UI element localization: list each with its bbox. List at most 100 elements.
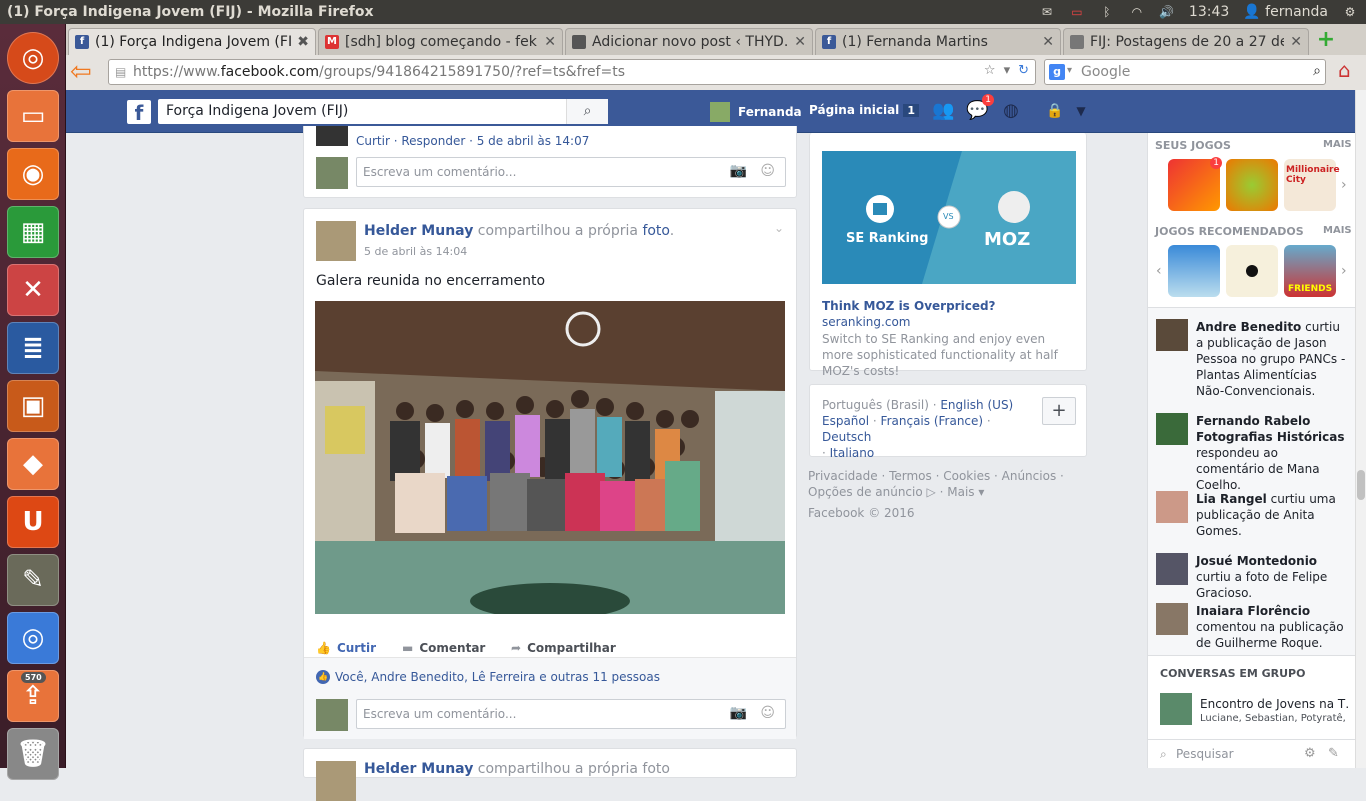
new-tab-button[interactable]: + [1315, 29, 1337, 52]
tab-forca-indigena[interactable]: f (1) Força Indigena Jovem (FIJ) ✖ [68, 28, 316, 55]
home-link[interactable]: Página inicial 1 [809, 103, 919, 117]
ubuntu-dash-icon[interactable]: ◎ [7, 32, 59, 84]
post-menu-chevron-icon[interactable]: ⌄ [774, 221, 784, 235]
ad-title[interactable]: Think MOZ is Overpriced? [822, 299, 996, 313]
close-tab-icon[interactable]: ✕ [794, 34, 806, 50]
footer-links[interactable]: Privacidade · Termos · Cookies · Anúncio… [808, 469, 1064, 483]
user-menu[interactable]: 👤 fernanda [1243, 4, 1328, 20]
friend-requests-icon[interactable]: 👥 [932, 100, 954, 122]
writer-icon[interactable]: ≣ [7, 322, 59, 374]
lang-italiano[interactable]: Italiano [830, 446, 875, 460]
ad-domain[interactable]: seranking.com [822, 315, 910, 329]
settings-icon[interactable]: ✕ [7, 264, 59, 316]
share-button[interactable]: ➦ Compartilhar [511, 641, 616, 655]
gear-icon[interactable]: ⚙ [1342, 5, 1358, 19]
clock[interactable]: 13:43 [1189, 4, 1229, 20]
chromium-icon[interactable]: ◎ [7, 612, 59, 664]
dropdown-arrow-icon[interactable]: ▾ [1004, 63, 1011, 78]
new-message-icon[interactable]: ✎ [1328, 746, 1339, 761]
game-millionaire-city[interactable]: Millionaire City [1284, 159, 1340, 211]
ubuntu-one-icon[interactable]: U [7, 496, 59, 548]
emoji-icon[interactable]: ☺ [760, 163, 775, 179]
group-chat-title[interactable]: Encontro de Jovens na T… [1200, 697, 1350, 711]
ad-image[interactable]: SE Ranking VS MOZ [822, 151, 1076, 284]
messages-icon[interactable]: 💬 1 [966, 94, 994, 122]
trash-icon[interactable]: 🗑 [7, 728, 59, 780]
game-zoo[interactable] [1226, 159, 1278, 211]
next-games-arrow-icon[interactable]: › [1341, 177, 1347, 193]
game-clock[interactable] [1226, 245, 1278, 297]
account-menu-chevron-icon[interactable]: ▼ [1070, 100, 1092, 122]
files-icon[interactable]: ▭ [7, 90, 59, 142]
search-icon[interactable]: ⌕ [566, 99, 608, 124]
likers-list[interactable]: Você, Andre Benedito, Lê Ferreira e outr… [335, 670, 660, 684]
facebook-search-input[interactable]: Força Indigena Jovem (FIJ) ⌕ [158, 99, 608, 124]
post-timestamp[interactable]: 5 de abril às 14:04 [364, 245, 467, 258]
chat-settings-icon[interactable]: ⚙ [1304, 746, 1316, 761]
engine-dropdown-icon[interactable]: ▾ [1067, 65, 1072, 76]
ad-choices-link[interactable]: Opções de anúncio [808, 485, 923, 499]
close-tab-icon[interactable]: ✕ [1042, 34, 1054, 50]
post-author[interactable]: Helder Munay [364, 223, 473, 239]
home-icon[interactable]: ⌂ [1338, 60, 1360, 82]
google-icon[interactable]: g [1049, 64, 1065, 80]
recommended-more-link[interactable]: MAIS [1323, 225, 1352, 236]
chat-search-input[interactable]: Pesquisar [1176, 747, 1234, 761]
notifications-globe-icon[interactable]: ◍ [1000, 100, 1022, 122]
game-angry-birds[interactable]: FRIENDS [1284, 245, 1336, 297]
gimp-icon[interactable]: ✎ [7, 554, 59, 606]
mail-icon[interactable]: ✉ [1039, 5, 1055, 19]
tab-adicionar-post[interactable]: Adicionar novo post ‹ THYD… ✕ [565, 28, 813, 55]
battery-icon[interactable]: ▭ [1069, 5, 1085, 19]
reload-icon[interactable]: ↻ [1018, 63, 1029, 78]
lang-francais[interactable]: Français (France) [881, 414, 984, 428]
camera-icon[interactable]: 📷 [730, 705, 747, 721]
wifi-icon[interactable]: ◠ [1129, 5, 1145, 19]
tab-sdh-blog[interactable]: M [sdh] blog começando - fek… ✕ [318, 28, 563, 55]
emoji-icon[interactable]: ☺ [760, 705, 775, 721]
lang-espanol[interactable]: Español [822, 414, 869, 428]
comment-button[interactable]: ▬ Comentar [402, 641, 485, 655]
prev-games-arrow-icon[interactable]: ‹ [1156, 263, 1162, 279]
post-object-link[interactable]: foto [642, 223, 669, 239]
author-avatar[interactable] [316, 761, 356, 801]
lang-english[interactable]: English (US) [940, 398, 1013, 412]
close-tab-icon[interactable]: ✕ [544, 34, 556, 50]
privacy-shortcuts-icon[interactable]: 🔒 [1044, 100, 1066, 122]
firefox-icon[interactable]: ◉ [7, 148, 59, 200]
next-games-arrow-icon[interactable]: › [1341, 263, 1347, 279]
author-avatar[interactable] [316, 221, 356, 261]
sponsored-ad[interactable]: SE Ranking VS MOZ Think MOZ is Overprice… [809, 133, 1087, 378]
like-button[interactable]: 👍 Curtir [316, 641, 376, 655]
comment-input[interactable]: Escreva um comentário... 📷 ☺ [356, 699, 786, 729]
update-manager-icon[interactable]: ⇪ 570 [7, 670, 59, 722]
page-info-icon[interactable]: ▤ [115, 65, 126, 79]
page-scrollbar[interactable] [1355, 90, 1366, 768]
more-link[interactable]: · Mais ▾ [940, 485, 985, 499]
search-bar[interactable]: g ▾ Google ⌕ [1044, 59, 1326, 85]
camera-icon[interactable]: 📷 [730, 163, 747, 179]
tab-fernanda-martins[interactable]: f (1) Fernanda Martins ✕ [815, 28, 1061, 55]
scrollbar-thumb[interactable] [1357, 470, 1365, 500]
calc-icon[interactable]: ▦ [7, 206, 59, 258]
add-language-button[interactable]: + [1042, 397, 1076, 425]
post-author[interactable]: Helder Munay [364, 761, 473, 777]
game-candy-crush[interactable]: 1 [1168, 157, 1222, 211]
post-photo[interactable] [315, 301, 785, 614]
impress-icon[interactable]: ▣ [7, 380, 59, 432]
comment-input[interactable]: Escreva um comentário... 📷 ☺ [356, 157, 786, 187]
bookmark-star-icon[interactable]: ☆ [984, 63, 996, 78]
comment-actions[interactable]: Curtir · Responder · 5 de abril às 14:07 [356, 134, 589, 148]
close-tab-icon[interactable]: ✖ [297, 34, 309, 50]
tab-fij-postagens[interactable]: FIJ: Postagens de 20 a 27 de… ✕ [1063, 28, 1309, 55]
close-tab-icon[interactable]: ✕ [1290, 34, 1302, 50]
your-games-more-link[interactable]: MAIS [1323, 139, 1352, 150]
back-arrow-icon[interactable]: ⇦ [70, 59, 100, 86]
bluetooth-icon[interactable]: ᛒ [1099, 5, 1115, 19]
game-frozen[interactable] [1168, 245, 1220, 297]
search-icon[interactable]: ⌕ [1313, 63, 1321, 79]
volume-icon[interactable]: 🔊 [1159, 5, 1175, 19]
software-center-icon[interactable]: ◆ [7, 438, 59, 490]
facebook-logo-icon[interactable]: f [127, 100, 151, 125]
url-bar[interactable]: ▤ https://www. facebook.com/groups/941864… [108, 59, 1036, 85]
